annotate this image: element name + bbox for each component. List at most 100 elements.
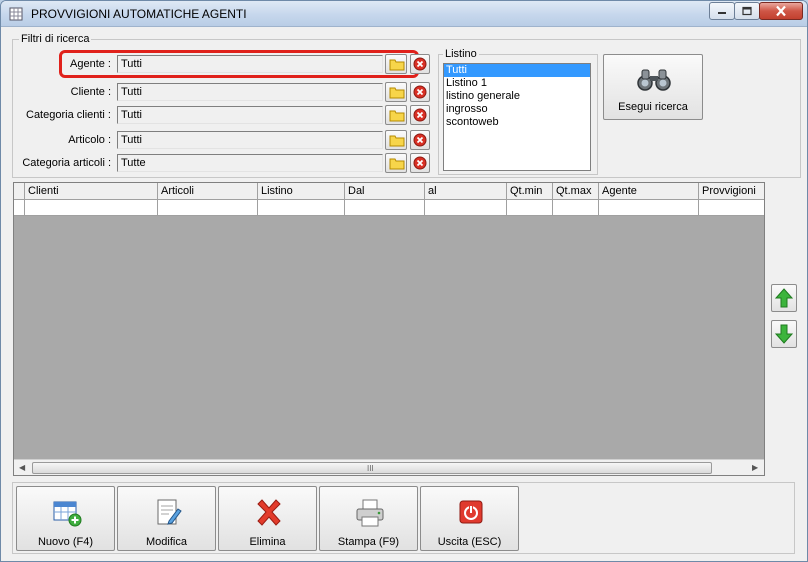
column-header[interactable]: Qt.min: [506, 183, 552, 199]
table-row[interactable]: [14, 200, 764, 216]
horizontal-scrollbar[interactable]: ◀ III ▶: [14, 459, 764, 475]
listino-group: Listino Tutti Listino 1 listino generale…: [438, 48, 598, 175]
folder-icon: [389, 135, 405, 147]
elimina-button[interactable]: Elimina: [218, 486, 317, 551]
clear-icon: [413, 57, 427, 71]
modifica-label: Modifica: [146, 536, 187, 548]
uscita-label: Uscita (ESC): [437, 536, 502, 548]
green-down-arrow-icon: [775, 324, 793, 344]
column-header[interactable]: Qt.max: [552, 183, 598, 199]
table-grid-icon: [9, 7, 23, 21]
add-table-icon: [53, 501, 82, 527]
main-window: PROVVIGIONI AUTOMATICHE AGENTI Filtri di…: [0, 0, 808, 562]
search-filters-group: Filtri di ricerca Agente : Tutti Cliente…: [12, 33, 801, 178]
move-down-button[interactable]: [771, 320, 797, 348]
grid-row-indicator-header: [14, 183, 24, 199]
results-grid[interactable]: Clienti Articoli Listino Dal al Qt.min Q…: [13, 182, 765, 476]
listino-item[interactable]: Listino 1: [444, 77, 590, 90]
agente-clear-button[interactable]: [410, 54, 430, 74]
agente-label: Agente :: [70, 58, 111, 70]
close-icon: [776, 5, 786, 17]
nuovo-label: Nuovo (F4): [37, 536, 94, 548]
listino-item[interactable]: Tutti: [444, 64, 590, 77]
clear-icon: [413, 108, 427, 122]
table-cell[interactable]: [257, 200, 344, 215]
articolo-field[interactable]: Tutti: [117, 131, 383, 149]
uscita-button[interactable]: Uscita (ESC): [420, 486, 519, 551]
categoria-articoli-clear-button[interactable]: [410, 153, 430, 173]
table-cell[interactable]: [424, 200, 506, 215]
power-exit-icon: [459, 500, 483, 524]
minimize-icon: [718, 12, 726, 14]
modifica-button[interactable]: Modifica: [117, 486, 216, 551]
listino-item[interactable]: scontoweb: [444, 116, 590, 129]
clear-icon: [413, 85, 427, 99]
row-indicator: [14, 200, 24, 215]
title-bar[interactable]: PROVVIGIONI AUTOMATICHE AGENTI: [1, 1, 807, 27]
cliente-field[interactable]: Tutti: [117, 83, 383, 101]
table-cell[interactable]: [552, 200, 598, 215]
folder-icon: [389, 158, 405, 170]
edit-document-icon: [157, 499, 182, 525]
column-header[interactable]: Listino: [257, 183, 344, 199]
client-area: Filtri di ricerca Agente : Tutti Cliente…: [5, 28, 803, 560]
clear-icon: [413, 133, 427, 147]
table-cell[interactable]: [344, 200, 424, 215]
maximize-icon: [742, 6, 752, 16]
listino-item[interactable]: ingrosso: [444, 103, 590, 116]
minimize-button[interactable]: [709, 2, 735, 20]
scroll-right-icon[interactable]: ▶: [752, 463, 758, 472]
close-button[interactable]: [759, 2, 803, 20]
green-up-arrow-icon: [775, 288, 793, 308]
agente-field[interactable]: Tutti: [117, 55, 383, 73]
cliente-browse-button[interactable]: [385, 82, 407, 102]
column-header[interactable]: Clienti: [24, 183, 157, 199]
listino-legend: Listino: [443, 48, 479, 60]
table-cell[interactable]: [698, 200, 764, 215]
categoria-clienti-clear-button[interactable]: [410, 105, 430, 125]
articolo-label: Articolo :: [68, 134, 111, 146]
stampa-button[interactable]: Stampa (F9): [319, 486, 418, 551]
grid-header: Clienti Articoli Listino Dal al Qt.min Q…: [14, 183, 764, 200]
move-up-button[interactable]: [771, 284, 797, 312]
column-header[interactable]: Agente: [598, 183, 698, 199]
categoria-clienti-label: Categoria clienti :: [26, 109, 111, 121]
folder-icon: [389, 110, 405, 122]
scroll-left-icon[interactable]: ◀: [19, 463, 25, 472]
column-header[interactable]: Provvigioni: [698, 183, 764, 199]
column-header[interactable]: Dal: [344, 183, 424, 199]
cliente-label: Cliente :: [70, 86, 111, 98]
binoculars-icon: [637, 69, 671, 91]
elimina-label: Elimina: [249, 536, 286, 548]
printer-icon: [356, 499, 384, 527]
categoria-clienti-field[interactable]: Tutti: [117, 106, 383, 124]
articolo-browse-button[interactable]: [385, 130, 407, 150]
categoria-articoli-browse-button[interactable]: [385, 153, 407, 173]
scrollbar-thumb[interactable]: III: [32, 462, 712, 474]
listino-item[interactable]: listino generale: [444, 90, 590, 103]
maximize-button[interactable]: [734, 2, 760, 20]
folder-icon: [389, 59, 405, 71]
column-header[interactable]: al: [424, 183, 506, 199]
scrollbar-grip: III: [367, 464, 374, 473]
action-toolbar: Nuovo (F4) Modifica Elimina Stampa (F9) …: [12, 482, 795, 554]
table-cell[interactable]: [506, 200, 552, 215]
esegui-ricerca-button[interactable]: Esegui ricerca: [603, 54, 703, 120]
table-cell[interactable]: [157, 200, 257, 215]
categoria-clienti-browse-button[interactable]: [385, 105, 407, 125]
stampa-label: Stampa (F9): [337, 536, 400, 548]
categoria-articoli-field[interactable]: Tutte: [117, 154, 383, 172]
listino-listbox[interactable]: Tutti Listino 1 listino generale ingross…: [443, 63, 591, 171]
categoria-articoli-label: Categoria articoli :: [22, 157, 111, 169]
agente-browse-button[interactable]: [385, 54, 407, 74]
table-cell[interactable]: [598, 200, 698, 215]
nuovo-button[interactable]: Nuovo (F4): [16, 486, 115, 551]
table-cell[interactable]: [24, 200, 157, 215]
esegui-ricerca-label: Esegui ricerca: [618, 101, 688, 113]
articolo-clear-button[interactable]: [410, 130, 430, 150]
filters-legend: Filtri di ricerca: [19, 33, 92, 45]
cliente-clear-button[interactable]: [410, 82, 430, 102]
window-title: PROVVIGIONI AUTOMATICHE AGENTI: [31, 7, 247, 21]
column-header[interactable]: Articoli: [157, 183, 257, 199]
red-x-icon: [257, 499, 281, 526]
